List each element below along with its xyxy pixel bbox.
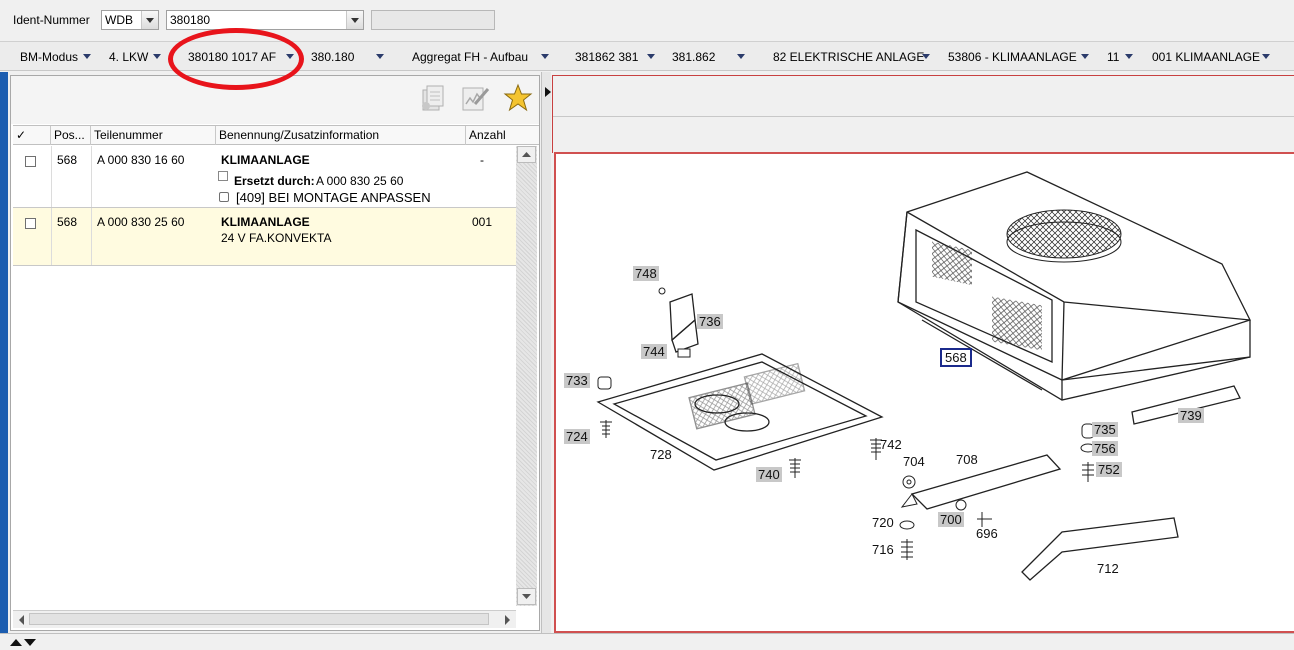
diagram-drawing [596, 171, 1251, 581]
copy-icon[interactable] [419, 84, 447, 115]
callout-728[interactable]: 728 [648, 447, 674, 462]
chevron-down-icon[interactable] [922, 54, 930, 59]
row-pos: 568 [57, 153, 78, 167]
callout-568-selected[interactable]: 568 [940, 348, 972, 367]
ident-number-value: 380180 [170, 13, 211, 27]
header-part-number[interactable]: Teilenummer [91, 126, 216, 145]
chevron-down-icon[interactable] [1262, 54, 1270, 59]
callout-756[interactable]: 756 [1092, 441, 1118, 456]
highlight-annotation [168, 28, 304, 90]
chevron-down-icon[interactable] [153, 54, 161, 59]
crumb-bm-modus[interactable]: BM-Modus [20, 50, 78, 64]
crumb-model[interactable]: 380.180 [311, 50, 354, 64]
col-divider [51, 208, 52, 265]
row-checkbox[interactable] [25, 156, 36, 167]
chevron-down-icon[interactable] [737, 54, 745, 59]
row-quantity: - [480, 153, 484, 167]
table-row[interactable]: 568 A 000 830 16 60 KLIMAANLAGE Ersetzt … [13, 146, 516, 208]
chevron-down-icon[interactable] [346, 11, 363, 29]
vertical-scrollbar[interactable] [516, 146, 537, 606]
horizontal-scrollbar[interactable] [13, 610, 516, 628]
left-edge-strip [0, 72, 8, 633]
grid-header: ✓ Pos... Teilenummer Benennung/Zusatzinf… [13, 125, 539, 145]
row-pos: 568 [57, 215, 78, 229]
callout-740[interactable]: 740 [756, 467, 782, 482]
scroll-down-button[interactable] [517, 588, 536, 605]
callout-708[interactable]: 708 [954, 452, 980, 467]
crumb-aggregat[interactable]: Aggregat FH - Aufbau [412, 50, 528, 64]
star-icon[interactable] [503, 83, 533, 116]
replaced-by-value[interactable]: A 000 830 25 60 [316, 174, 403, 188]
chevron-down-icon[interactable] [376, 54, 384, 59]
header-check[interactable]: ✓ [13, 126, 51, 145]
chevron-down-icon[interactable] [1081, 54, 1089, 59]
callout-735[interactable]: 735 [1092, 422, 1118, 437]
prefix-value: WDB [105, 13, 133, 27]
callout-736[interactable]: 736 [697, 314, 723, 329]
scroll-up-button[interactable] [517, 146, 536, 163]
note-icon [219, 192, 229, 202]
col-divider [51, 146, 52, 207]
crumb-subgroup[interactable]: 53806 - KLIMAANLAGE [948, 50, 1077, 64]
callout-742[interactable]: 742 [878, 437, 904, 452]
status-bar [0, 633, 1294, 647]
callout-712[interactable]: 712 [1095, 561, 1121, 576]
crumb-index[interactable]: 11 [1107, 50, 1119, 64]
callout-752[interactable]: 752 [1096, 462, 1122, 477]
callout-716[interactable]: 716 [870, 542, 896, 557]
chevron-down-icon[interactable] [83, 54, 91, 59]
callout-733[interactable]: 733 [564, 373, 590, 388]
callout-724[interactable]: 724 [564, 429, 590, 444]
row-name: KLIMAANLAGE [221, 215, 310, 229]
callout-739[interactable]: 739 [1178, 408, 1204, 423]
row-part-number: A 000 830 25 60 [97, 215, 185, 229]
scroll-right-button[interactable] [502, 614, 512, 629]
chevron-down-icon[interactable] [141, 11, 158, 29]
panel-splitter[interactable] [541, 72, 551, 633]
row-note: [409] BEI MONTAGE ANPASSEN [236, 190, 431, 205]
callout-696[interactable]: 696 [974, 526, 1000, 541]
crumb-group[interactable]: 82 ELEKTRISCHE ANLAGE [773, 50, 924, 64]
crumb-aggregat-model[interactable]: 381.862 [672, 50, 715, 64]
callout-704[interactable]: 704 [901, 454, 927, 469]
col-divider [91, 146, 92, 207]
extra-field [371, 10, 495, 30]
row-quantity: 001 [472, 215, 493, 229]
callout-700[interactable]: 700 [938, 512, 964, 527]
scroll-left-button[interactable] [17, 614, 27, 629]
callout-720[interactable]: 720 [870, 515, 896, 530]
toolbar-divider [553, 116, 1294, 117]
header-description[interactable]: Benennung/Zusatzinformation [216, 126, 466, 145]
crumb-aggregat-number[interactable]: 381862 381 [575, 50, 638, 64]
diagram-toolbar [552, 75, 1294, 153]
header-pos[interactable]: Pos... [51, 126, 91, 145]
chevron-down-icon[interactable] [1125, 54, 1133, 59]
ident-number-input[interactable]: 380180 [166, 10, 364, 30]
replaced-by-label: Ersetzt durch: [234, 174, 315, 188]
replacement-checkbox[interactable] [218, 171, 228, 181]
callout-744[interactable]: 744 [641, 344, 667, 359]
exploded-view-diagram[interactable]: 748 736 744 733 724 728 742 740 704 708 … [554, 152, 1294, 633]
crumb-lkw[interactable]: 4. LKW [109, 50, 148, 64]
chevron-down-icon[interactable] [541, 54, 549, 59]
edit-icon[interactable] [461, 84, 491, 115]
row-checkbox[interactable] [25, 218, 36, 229]
col-divider [91, 208, 92, 265]
collapse-left-icon[interactable] [544, 86, 551, 100]
row-part-number: A 000 830 16 60 [97, 153, 185, 167]
expand-panel-icon[interactable] [10, 636, 36, 650]
row-info: 24 V FA.KONVEKTA [221, 231, 332, 245]
header-quantity[interactable]: Anzahl [466, 126, 539, 145]
callout-748[interactable]: 748 [633, 266, 659, 281]
crumb-table[interactable]: 001 KLIMAANLAGE [1152, 50, 1260, 64]
ident-label: Ident-Nummer [13, 13, 90, 27]
scroll-thumb[interactable] [29, 613, 489, 625]
row-name: KLIMAANLAGE [221, 153, 310, 167]
parts-list-panel: ✓ Pos... Teilenummer Benennung/Zusatzinf… [10, 75, 540, 631]
table-row[interactable]: 568 A 000 830 25 60 KLIMAANLAGE 24 V FA.… [13, 208, 516, 266]
chevron-down-icon[interactable] [647, 54, 655, 59]
prefix-select[interactable]: WDB [101, 10, 159, 30]
